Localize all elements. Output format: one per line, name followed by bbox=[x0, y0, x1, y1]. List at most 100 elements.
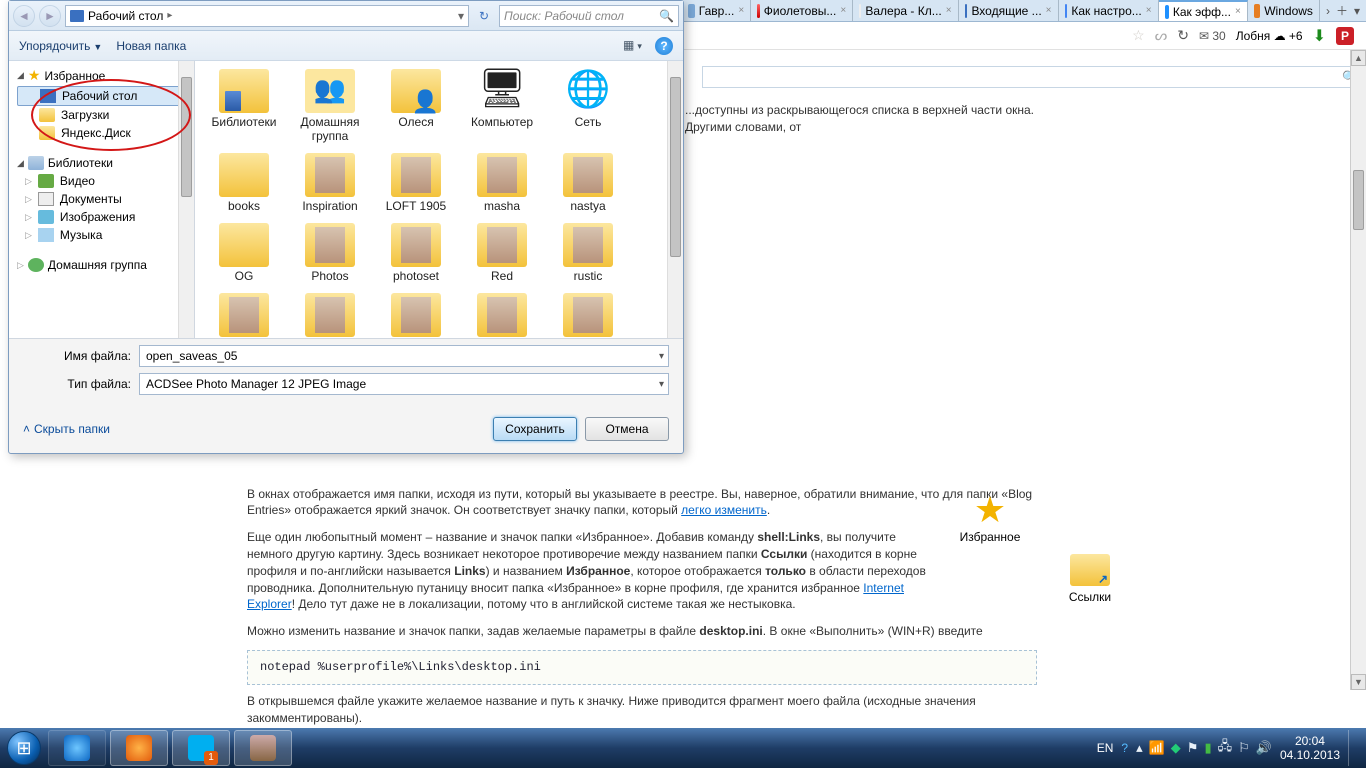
show-desktop-button[interactable] bbox=[1348, 730, 1356, 766]
taskbar-skype[interactable] bbox=[172, 730, 230, 766]
collapse-icon[interactable]: ◢ bbox=[17, 158, 24, 169]
close-tab-icon[interactable]: × bbox=[1146, 5, 1152, 16]
expand-icon[interactable]: ▷ bbox=[25, 194, 32, 205]
file-item[interactable]: Red bbox=[459, 221, 545, 285]
filegrid-scrollbar[interactable] bbox=[667, 61, 683, 338]
nav-group-favorites[interactable]: ◢★Избранное bbox=[17, 65, 194, 86]
browser-tab[interactable]: Гавр...× bbox=[682, 0, 751, 21]
file-item[interactable] bbox=[459, 291, 545, 338]
scrollbar-thumb[interactable] bbox=[670, 77, 681, 257]
file-item[interactable]: photoset bbox=[373, 221, 459, 285]
language-indicator[interactable]: EN bbox=[1097, 741, 1114, 755]
chevron-down-icon[interactable]: ▾ bbox=[659, 379, 664, 390]
close-tab-icon[interactable]: × bbox=[946, 5, 952, 16]
file-item[interactable]: Компьютер bbox=[459, 67, 545, 145]
file-item[interactable]: Photos bbox=[287, 221, 373, 285]
scrollbar-thumb[interactable] bbox=[1353, 170, 1364, 230]
start-button[interactable] bbox=[4, 728, 44, 768]
file-item[interactable]: masha bbox=[459, 151, 545, 215]
pinterest-icon[interactable]: P bbox=[1336, 27, 1354, 45]
close-tab-icon[interactable]: × bbox=[1235, 6, 1241, 17]
bookmark-star-icon[interactable]: ☆ bbox=[1132, 27, 1145, 44]
help-tray-icon[interactable]: ? bbox=[1121, 741, 1128, 755]
dialog-search-input[interactable]: Поиск: Рабочий стол 🔍 bbox=[499, 5, 679, 27]
browser-tab[interactable]: Как настро...× bbox=[1059, 0, 1159, 21]
browser-tab[interactable]: Валера - Кл...× bbox=[853, 0, 958, 21]
tab-scroll-right-icon[interactable]: › bbox=[1326, 4, 1330, 18]
page-vertical-scrollbar[interactable]: ▲ ▼ bbox=[1350, 50, 1366, 690]
file-item[interactable]: nastya bbox=[545, 151, 631, 215]
chevron-down-icon[interactable]: ▾ bbox=[659, 351, 664, 362]
weather-widget[interactable]: Лобня ☁ +6 bbox=[1236, 29, 1303, 43]
file-item[interactable]: Сеть bbox=[545, 67, 631, 145]
browser-tab[interactable]: Фиолетовы...× bbox=[751, 0, 853, 21]
scroll-up-icon[interactable]: ▲ bbox=[1351, 50, 1366, 66]
file-item[interactable]: Inspiration bbox=[287, 151, 373, 215]
file-item[interactable]: OG bbox=[201, 221, 287, 285]
nav-item-video[interactable]: ▷Видео bbox=[17, 172, 194, 190]
close-tab-icon[interactable]: × bbox=[840, 5, 846, 16]
file-item[interactable]: Домашняя группа bbox=[287, 67, 373, 145]
nav-item-downloads[interactable]: Загрузки bbox=[17, 106, 194, 124]
tray-flag-icon[interactable]: ⚐ bbox=[1238, 740, 1250, 756]
file-item[interactable]: Библиотеки bbox=[201, 67, 287, 145]
nav-group-libraries[interactable]: ◢Библиотеки bbox=[17, 154, 194, 172]
browser-tab-active[interactable]: Как эфф...× bbox=[1159, 0, 1248, 21]
tray-chevron-up-icon[interactable]: ▴ bbox=[1136, 740, 1143, 756]
scrollbar-thumb[interactable] bbox=[181, 77, 192, 197]
nav-forward-button[interactable]: ► bbox=[39, 5, 61, 27]
file-item[interactable]: books bbox=[201, 151, 287, 215]
file-item[interactable] bbox=[545, 291, 631, 338]
new-folder-button[interactable]: Новая папка bbox=[116, 39, 186, 53]
chevron-down-icon[interactable]: ▾ bbox=[458, 9, 464, 23]
refresh-address-icon[interactable]: ↻ bbox=[473, 9, 495, 23]
tray-battery-icon[interactable]: ▮ bbox=[1204, 740, 1211, 756]
file-item[interactable]: LOFT 1905 bbox=[373, 151, 459, 215]
close-tab-icon[interactable]: × bbox=[1046, 5, 1052, 16]
tray-volume-icon[interactable]: 🔊 bbox=[1256, 740, 1272, 756]
tray-network-icon[interactable]: 🖧 bbox=[1218, 737, 1233, 759]
view-mode-button[interactable]: ▦▾ bbox=[623, 38, 643, 54]
close-tab-icon[interactable]: × bbox=[738, 5, 744, 16]
organize-button[interactable]: Упорядочить▼ bbox=[19, 39, 102, 53]
nav-item-yandex-disk[interactable]: Яндекс.Диск bbox=[17, 124, 194, 142]
taskbar-ie[interactable] bbox=[48, 730, 106, 766]
save-button[interactable]: Сохранить bbox=[493, 417, 577, 441]
help-button[interactable]: ? bbox=[655, 37, 673, 55]
expand-icon[interactable]: ▷ bbox=[25, 212, 32, 223]
link-easy-change[interactable]: легко изменить bbox=[681, 503, 767, 517]
browser-tab[interactable]: Windows bbox=[1248, 0, 1320, 21]
new-tab-icon[interactable]: ＋ bbox=[1336, 2, 1348, 19]
breadcrumb-bar[interactable]: Рабочий стол ▸ ▾ bbox=[65, 5, 469, 27]
file-item[interactable]: rustic bbox=[545, 221, 631, 285]
expand-icon[interactable]: ▷ bbox=[25, 230, 32, 241]
tab-menu-icon[interactable]: ▾ bbox=[1354, 4, 1360, 18]
file-item[interactable] bbox=[201, 291, 287, 338]
refresh-icon[interactable]: ↻ bbox=[1177, 27, 1189, 44]
nav-item-music[interactable]: ▷Музыка bbox=[17, 226, 194, 244]
nav-item-desktop[interactable]: Рабочий стол bbox=[17, 86, 190, 106]
hide-folders-link[interactable]: ˄Скрыть папки bbox=[23, 422, 110, 436]
file-item[interactable] bbox=[287, 291, 373, 338]
scroll-down-icon[interactable]: ▼ bbox=[1351, 674, 1366, 690]
browser-tab[interactable]: Входящие ...× bbox=[959, 0, 1059, 21]
file-item[interactable]: Олеся bbox=[373, 67, 459, 145]
navtree-scrollbar[interactable] bbox=[178, 61, 194, 338]
taskbar-firefox[interactable] bbox=[110, 730, 168, 766]
filetype-select[interactable]: ACDSee Photo Manager 12 JPEG Image▾ bbox=[139, 373, 669, 395]
readability-icon[interactable]: ᔕ bbox=[1155, 27, 1167, 44]
mail-icon[interactable]: ✉ 30 bbox=[1199, 29, 1226, 43]
download-icon[interactable]: ⬇ bbox=[1313, 26, 1326, 46]
nav-group-homegroup[interactable]: ▷Домашняя группа bbox=[17, 256, 194, 274]
tray-shield-icon[interactable]: ◆ bbox=[1171, 740, 1181, 756]
filename-input[interactable]: open_saveas_05▾ bbox=[139, 345, 669, 367]
page-search-bar[interactable]: 🔍 bbox=[702, 66, 1362, 88]
chevron-right-icon[interactable]: ▸ bbox=[167, 10, 172, 21]
nav-item-images[interactable]: ▷Изображения bbox=[17, 208, 194, 226]
nav-back-button[interactable]: ◄ bbox=[13, 5, 35, 27]
collapse-icon[interactable]: ◢ bbox=[17, 70, 24, 81]
tray-action-center-icon[interactable]: ⚑ bbox=[1187, 740, 1199, 756]
expand-icon[interactable]: ▷ bbox=[17, 260, 24, 271]
taskbar-app[interactable] bbox=[234, 730, 292, 766]
taskbar-clock[interactable]: 20:04 04.10.2013 bbox=[1280, 734, 1340, 763]
